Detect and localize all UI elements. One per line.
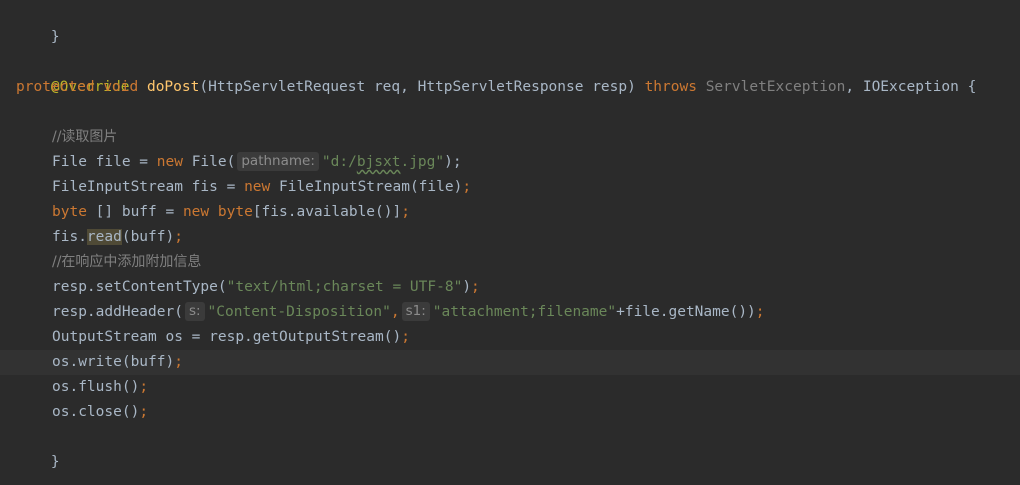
- code-text: OutputStream os = resp.getOutputStream(): [52, 329, 402, 345]
- code-text: os.close(): [52, 404, 140, 420]
- code-text: [fis.available()]: [252, 204, 402, 220]
- code-line[interactable]: }: [0, 0, 1020, 45]
- code-line[interactable]: byte [] buff = new byte[fis.available()]…: [0, 200, 1020, 225]
- keyword: protected: [16, 79, 95, 95]
- code-text: );: [444, 154, 462, 170]
- semicolon: ;: [139, 404, 149, 420]
- code-line[interactable]: OutputStream os = resp.getOutputStream()…: [0, 325, 1020, 350]
- semicolon: ;: [755, 304, 765, 320]
- code-text: FileInputStream(file): [270, 179, 463, 195]
- string-literal: "d:/bjsxt.jpg": [321, 154, 445, 170]
- code-line[interactable]: }: [0, 425, 1020, 470]
- keyword: throws: [644, 79, 697, 95]
- keyword: new: [244, 179, 271, 195]
- code-line[interactable]: @Override: [0, 50, 1020, 95]
- spelling-warning: bjsxt: [356, 154, 401, 170]
- code-line[interactable]: protected void doPost(HttpServletRequest…: [0, 75, 1020, 100]
- code-text: , IOException {: [845, 79, 977, 95]
- semicolon: ;: [139, 379, 149, 395]
- code-line[interactable]: File file = new File(pathname: "d:/bjsxt.…: [0, 150, 1020, 175]
- semicolon: ;: [462, 179, 472, 195]
- code-text: resp.addHeader(: [52, 304, 183, 320]
- closing-brace: }: [50, 454, 60, 470]
- semicolon: ;: [471, 279, 480, 295]
- semicolon: ;: [401, 329, 410, 345]
- keyword: new: [156, 154, 183, 170]
- code-line[interactable]: //读取图片: [0, 125, 1020, 150]
- code-text: os.flush(): [52, 379, 140, 395]
- code-line[interactable]: FileInputStream fis = new FileInputStrea…: [0, 175, 1020, 200]
- code-line[interactable]: resp.setContentType("text/html;charset =…: [0, 275, 1020, 300]
- keyword: new: [182, 204, 210, 220]
- parameter-hint: s:: [184, 302, 205, 321]
- keyword: void: [103, 79, 139, 95]
- code-line[interactable]: //在响应中添加附加信息: [0, 250, 1020, 275]
- comma: ,: [390, 304, 400, 320]
- highlighted-method[interactable]: read: [86, 229, 122, 245]
- code-text: +file.getName()): [616, 304, 756, 320]
- keyword: byte: [217, 204, 253, 220]
- code-text: os.write(buff): [52, 354, 175, 370]
- code-text: (buff): [121, 229, 175, 245]
- code-line[interactable]: resp.addHeader(s: "Content-Disposition", s…: [0, 300, 1020, 325]
- code-text: resp.setContentType(: [52, 279, 227, 295]
- closing-brace: }: [50, 29, 60, 45]
- method-params: (HttpServletRequest req, HttpServletResp…: [199, 79, 645, 95]
- code-comment: //在响应中添加附加信息: [52, 254, 202, 270]
- code-text: fis.: [52, 229, 87, 245]
- code-text: File file =: [52, 154, 157, 170]
- method-name[interactable]: doPost: [147, 79, 199, 95]
- current-code-line[interactable]: os.write(buff);: [0, 350, 1020, 375]
- code-comment: //读取图片: [52, 129, 118, 145]
- string-literal: "Content-Disposition": [207, 304, 391, 320]
- parameter-hint: s1:: [401, 302, 430, 321]
- parameter-hint: pathname:: [237, 152, 319, 171]
- string-literal: "attachment;filename": [432, 304, 617, 320]
- code-text: [] buff =: [86, 204, 183, 220]
- code-line[interactable]: os.close();: [0, 400, 1020, 425]
- string-literal: "text/html;charset = UTF-8": [226, 279, 463, 295]
- code-text: FileInputStream fis =: [52, 179, 245, 195]
- code-text: ): [462, 279, 472, 295]
- code-line[interactable]: fis.read(buff);: [0, 225, 1020, 250]
- keyword: byte: [52, 204, 87, 220]
- code-text: File(: [182, 154, 236, 170]
- semicolon: ;: [401, 204, 410, 220]
- semicolon: ;: [174, 229, 183, 245]
- unused-exception: ServletException: [705, 79, 846, 95]
- semicolon: ;: [174, 354, 183, 370]
- code-line[interactable]: os.flush();: [0, 375, 1020, 400]
- code-editor[interactable]: } @Override protected void doPost(HttpSe…: [0, 0, 1020, 485]
